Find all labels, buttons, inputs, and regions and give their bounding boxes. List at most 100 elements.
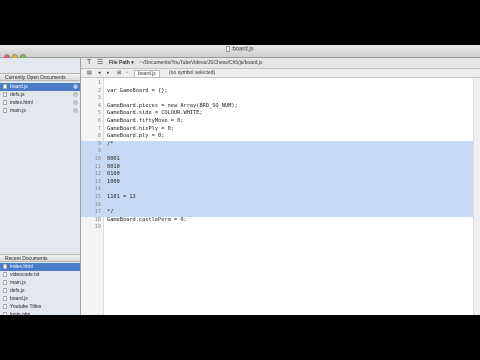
open-documents-list: board.js × defs.js × index.html × main.js ×	[0, 83, 80, 115]
code-line[interactable]: 18 GameBoard.castlePerm = 0;	[81, 217, 480, 225]
line-text: GameBoard.castlePerm = 0;	[107, 216, 187, 223]
line-number: 17	[94, 209, 101, 216]
document-label: defs.js	[10, 288, 25, 294]
editor-pane: T ☰ File Path ▾ :~/Documents/YouTubeVide…	[81, 58, 480, 315]
code-line[interactable]: 10 0001	[81, 155, 480, 164]
file-icon	[3, 84, 7, 89]
text-format-icon[interactable]: T	[87, 58, 91, 68]
line-text: GameBoard.hisPly = 0;	[107, 125, 174, 132]
open-documents-header[interactable]: Currently Open Documents	[0, 73, 80, 81]
code-line[interactable]: 7 GameBoard.hisPly = 0;	[81, 126, 480, 134]
file-selector[interactable]: board.js	[134, 70, 160, 78]
back-arrow-icon[interactable]: ◂	[98, 69, 101, 77]
window-title: board.js	[0, 46, 480, 53]
line-text: 0010	[107, 163, 120, 170]
recent-document-item[interactable]: videocode.txt	[0, 271, 80, 279]
line-number: 15	[94, 193, 101, 200]
open-document-item[interactable]: board.js ×	[0, 83, 80, 91]
close-document-icon[interactable]: ×	[73, 84, 78, 89]
code-area[interactable]: 1 2 var GameBoard = {}; 3 4 GameBoard.pieces …	[81, 80, 480, 232]
line-number: 10	[94, 155, 101, 162]
recent-document-item[interactable]: board.js	[0, 295, 80, 303]
file-icon	[3, 108, 7, 113]
file-path: :~/Documents/YouTubeVideos/JSChess/Ch5/j…	[139, 60, 263, 66]
recent-document-item[interactable]: index.html	[0, 263, 80, 271]
file-path-menu[interactable]: File Path ▾	[109, 58, 134, 68]
line-number: 8	[97, 133, 101, 140]
open-document-item[interactable]: defs.js ×	[0, 91, 80, 99]
code-line[interactable]: 16	[81, 201, 480, 210]
code-line[interactable]: 9 /*	[81, 140, 480, 149]
recent-documents-header[interactable]: Recent Documents	[0, 254, 80, 262]
document-label: Youtube Titles	[10, 304, 42, 310]
code-line[interactable]: 6 GameBoard.fiftyMove = 0;	[81, 118, 480, 126]
editor-toolbar: T ☰ File Path ▾ :~/Documents/YouTubeVide…	[81, 58, 480, 69]
line-text: GameBoard.pieces = new Array(BRD_SQ_NUM)…	[107, 102, 238, 109]
document-label: board.js	[10, 84, 28, 90]
line-text: GameBoard.ply = 0;	[107, 133, 165, 140]
code-line[interactable]: 15 1101 = 13	[81, 193, 480, 202]
file-icon	[3, 92, 7, 97]
open-document-item[interactable]: index.html ×	[0, 99, 80, 107]
recent-document-item[interactable]: main.js	[0, 279, 80, 287]
file-icon	[3, 296, 7, 301]
symbol-selector[interactable]: (no symbol selected)	[169, 69, 215, 77]
close-document-icon[interactable]: ×	[73, 100, 78, 105]
line-number: 11	[94, 163, 101, 170]
editor-window: board.js Currently Open Documents board.…	[0, 45, 480, 315]
related-files-icon[interactable]: ⊞	[117, 69, 121, 77]
line-number: 4	[97, 102, 101, 109]
recent-document-item[interactable]: Youtube Titles	[0, 303, 80, 311]
sidebar-toggle-icon[interactable]: ▤	[87, 69, 92, 77]
line-number: 6	[97, 117, 101, 124]
close-document-icon[interactable]: ×	[73, 92, 78, 97]
recent-documents-list: index.html videocode.txt main.js defs.js boa…	[0, 263, 80, 315]
code-line[interactable]: 5 GameBoard.side = COLOUR.WHITE;	[81, 110, 480, 118]
file-icon	[3, 280, 7, 285]
code-line[interactable]: 19	[81, 224, 480, 232]
file-icon	[3, 264, 7, 269]
code-line[interactable]: 1	[81, 80, 480, 88]
title-bar: board.js	[0, 45, 480, 60]
line-text: 1000	[107, 178, 120, 185]
document-label: videocode.txt	[10, 272, 40, 278]
code-line[interactable]: 14	[81, 186, 480, 194]
line-number: 12	[94, 171, 101, 178]
line-number: 19	[94, 224, 101, 231]
open-document-item[interactable]: main.js ×	[0, 107, 80, 115]
line-text: 0001	[107, 155, 120, 162]
document-label: board.js	[10, 296, 28, 302]
file-icon	[3, 304, 7, 309]
close-document-icon[interactable]: ×	[73, 108, 78, 113]
document-label: login.php	[10, 312, 31, 315]
line-number: 9	[97, 140, 101, 147]
code-line[interactable]: 12 0100	[81, 171, 480, 179]
code-line[interactable]: 13 1000	[81, 178, 480, 187]
document-label: main.js	[10, 280, 26, 286]
file-icon	[3, 288, 7, 293]
line-number: 9	[97, 148, 101, 155]
line-number: 14	[94, 186, 101, 193]
file-icon	[3, 100, 7, 105]
line-number: 5	[97, 110, 101, 117]
line-number: 1	[97, 80, 101, 86]
code-line[interactable]: 4 GameBoard.pieces = new Array(BRD_SQ_NUM…	[81, 103, 480, 111]
documents-sidebar: Currently Open Documents board.js × defs.j…	[0, 58, 81, 315]
code-line[interactable]: 3	[81, 95, 480, 103]
recent-document-item[interactable]: login.php	[0, 311, 80, 315]
document-settings-icon[interactable]: ☰	[97, 58, 103, 68]
document-label: main.js	[10, 108, 26, 114]
line-text: /*	[107, 140, 114, 147]
code-line[interactable]: 2 var GameBoard = {};	[81, 88, 480, 96]
code-line[interactable]: 17 */	[81, 209, 480, 217]
code-line[interactable]: 11 0010	[81, 163, 480, 172]
document-icon	[226, 46, 231, 52]
vertical-scrollbar[interactable]	[473, 78, 480, 315]
code-line[interactable]: 9	[81, 148, 480, 156]
forward-arrow-icon[interactable]: ▸	[107, 69, 110, 77]
line-number: 3	[97, 95, 101, 102]
code-line[interactable]: 8 GameBoard.ply = 0;	[81, 133, 480, 141]
line-text: 0100	[107, 171, 120, 178]
line-number: 2	[97, 87, 101, 94]
recent-document-item[interactable]: defs.js	[0, 287, 80, 295]
